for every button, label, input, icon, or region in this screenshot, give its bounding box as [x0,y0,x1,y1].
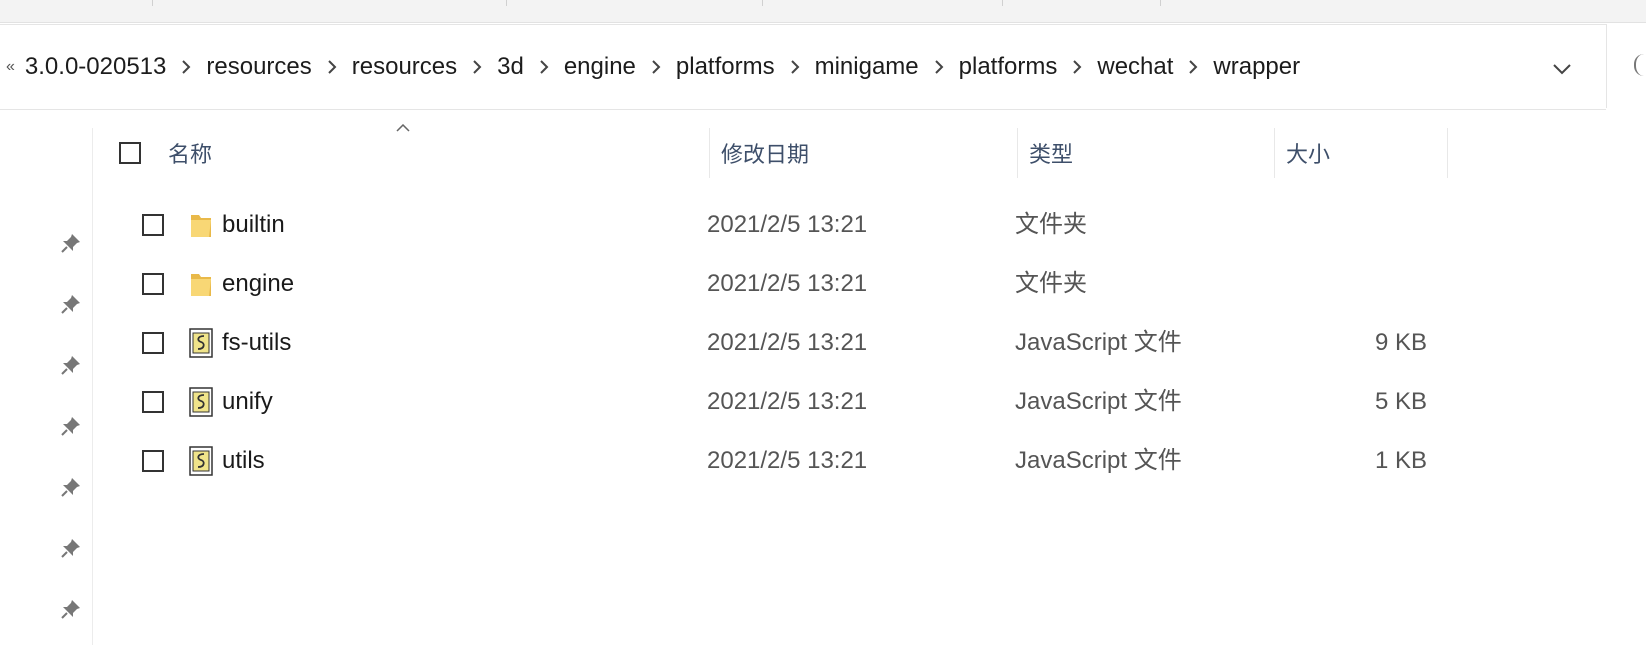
file-row[interactable]: unify 2021/2/5 13:21 JavaScript 文件 5 KB [92,372,1646,432]
breadcrumb-item[interactable]: 3d [497,53,524,81]
column-divider[interactable] [709,128,710,178]
address-bar-divider [1606,24,1607,108]
breadcrumb-item[interactable]: minigame [815,53,919,81]
row-checkbox[interactable] [142,332,164,354]
file-size [1272,254,1427,314]
column-header-name[interactable]: 名称 [168,128,212,178]
row-checkbox[interactable] [142,273,164,295]
chevron-right-icon[interactable] [919,60,959,74]
folder-icon [191,274,211,296]
chevron-right-icon[interactable] [524,60,564,74]
column-header-size[interactable]: 大小 [1286,128,1330,178]
javascript-file-icon [189,387,213,417]
file-type: 文件夹 [1015,270,1087,297]
file-name[interactable]: utils [222,431,265,491]
refresh-icon[interactable] [1634,54,1646,76]
pin-icon[interactable] [60,354,82,376]
ribbon-divider [762,0,763,6]
ribbon-divider [1160,0,1161,6]
row-checkbox[interactable] [142,391,164,413]
column-divider[interactable] [1447,128,1448,178]
pin-icon[interactable] [60,293,82,315]
column-divider[interactable] [1274,128,1275,178]
chevron-right-icon[interactable] [312,60,352,74]
breadcrumb-item[interactable]: resources [352,53,457,81]
ribbon-strip [0,0,1646,23]
ribbon-divider [1002,0,1003,6]
pin-icon[interactable] [60,415,82,437]
javascript-file-icon [189,446,213,476]
javascript-file-icon [189,328,213,358]
folder-icon [191,215,211,237]
file-row[interactable]: fs-utils 2021/2/5 13:21 JavaScript 文件 9 … [92,313,1646,373]
file-size: 1 KB [1374,447,1427,474]
file-size: 5 KB [1374,388,1427,415]
file-name[interactable]: fs-utils [222,313,291,373]
chevron-down-icon [1553,64,1571,75]
chevron-right-icon[interactable] [636,60,676,74]
file-size: 9 KB [1374,329,1427,356]
sort-ascending-icon [396,124,410,132]
address-bar[interactable]: « 3.0.0-020513 resources resources 3d en… [0,24,1606,110]
ribbon-divider [506,0,507,6]
file-type: JavaScript 文件 [1015,329,1182,356]
file-date: 2021/2/5 13:21 [707,270,868,297]
column-header: 名称 修改日期 类型 大小 [92,124,1646,178]
pin-icon[interactable] [60,232,82,254]
breadcrumb-item[interactable]: 3.0.0-020513 [25,53,166,81]
chevron-right-icon[interactable] [1057,60,1097,74]
chevron-right-icon[interactable] [166,60,206,74]
file-date: 2021/2/5 13:21 [707,211,868,238]
column-header-type[interactable]: 类型 [1029,128,1073,178]
file-date: 2021/2/5 13:21 [707,329,868,356]
file-size [1272,195,1427,255]
file-row[interactable]: engine 2021/2/5 13:21 文件夹 [92,254,1646,314]
breadcrumb-item[interactable]: engine [564,53,636,81]
breadcrumb-item[interactable]: platforms [676,53,775,81]
chevron-right-icon[interactable] [457,60,497,74]
file-row[interactable]: builtin 2021/2/5 13:21 文件夹 [92,195,1646,255]
file-type: JavaScript 文件 [1015,388,1182,415]
pin-icon[interactable] [60,537,82,559]
select-all-checkbox-cell[interactable] [119,128,141,178]
address-history-dropdown-button[interactable] [1542,49,1582,89]
navigation-pane [0,128,93,645]
breadcrumb: « 3.0.0-020513 resources resources 3d en… [0,25,1300,109]
breadcrumb-item[interactable]: platforms [959,53,1058,81]
column-header-modified[interactable]: 修改日期 [721,128,809,178]
row-checkbox[interactable] [142,214,164,236]
column-divider[interactable] [1017,128,1018,178]
file-name[interactable]: engine [222,254,294,314]
chevron-right-icon[interactable] [775,60,815,74]
file-date: 2021/2/5 13:21 [707,388,868,415]
file-date: 2021/2/5 13:21 [707,447,868,474]
pin-icon[interactable] [60,598,82,620]
file-type: 文件夹 [1015,211,1087,238]
row-checkbox[interactable] [142,450,164,472]
ribbon-divider [152,0,153,6]
pin-icon[interactable] [60,476,82,498]
select-all-checkbox[interactable] [119,142,141,164]
chevron-right-icon[interactable] [1173,60,1213,74]
file-row[interactable]: utils 2021/2/5 13:21 JavaScript 文件 1 KB [92,431,1646,491]
breadcrumb-item[interactable]: wrapper [1213,53,1300,81]
file-type: JavaScript 文件 [1015,447,1182,474]
breadcrumb-item[interactable]: wechat [1097,53,1173,81]
file-name[interactable]: builtin [222,195,285,255]
breadcrumb-overflow-button[interactable]: « [0,58,25,76]
file-name[interactable]: unify [222,372,273,432]
breadcrumb-item[interactable]: resources [206,53,311,81]
